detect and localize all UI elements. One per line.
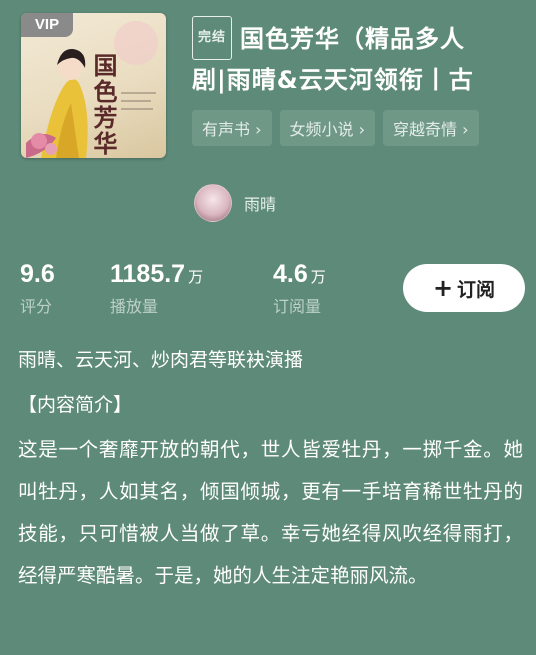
rating-label: 评分	[20, 297, 53, 316]
book-title: 完结 国色芳华（精品多人 剧|雨晴&云天河领衔丨古	[192, 16, 522, 100]
status-badge: 完结	[192, 16, 233, 60]
intro-text: 这是一个奢靡开放的朝代，世人皆爱牡丹，一掷千金。她叫牡丹，人如其名，倾国倾城，更…	[18, 438, 523, 587]
subs-value: 4.6	[273, 260, 308, 288]
title-line-1: 国色芳华（精品多人	[240, 25, 466, 53]
author-row[interactable]: 雨晴	[194, 184, 276, 222]
stat-rating: 9.6 评分	[20, 260, 55, 317]
stat-plays: 1185.7 万 播放量	[110, 260, 203, 317]
subs-unit: 万	[310, 268, 326, 286]
cover-title-art: 国色芳华	[89, 53, 118, 157]
plus-icon: +	[432, 274, 454, 302]
tag-time-travel[interactable]: 穿越奇情 ›	[383, 110, 479, 146]
subs-label: 订阅量	[273, 297, 322, 316]
plays-value: 1185.7	[110, 260, 186, 288]
tag-audiobook[interactable]: 有声书 ›	[192, 110, 272, 146]
subscribe-button[interactable]: + 订阅	[403, 264, 525, 312]
book-cover[interactable]: VIP 国色芳华	[21, 13, 166, 158]
rating-value: 9.6	[20, 260, 55, 288]
tag-female-novel[interactable]: 女频小说 ›	[279, 110, 375, 146]
subscribe-label: 订阅	[457, 278, 496, 301]
author-name[interactable]: 雨晴	[244, 191, 276, 215]
cast-line: 雨晴、云天河、炒肉君等联袂演播	[18, 349, 304, 371]
stat-subscriptions: 4.6 万 订阅量	[273, 260, 326, 317]
title-line-2: 剧|雨晴&云天河领衔丨古	[192, 66, 474, 94]
plays-label: 播放量	[110, 297, 159, 316]
avatar[interactable]	[194, 184, 232, 222]
intro-heading: 【内容简介】	[18, 394, 133, 416]
plays-unit: 万	[188, 268, 204, 286]
tag-list: 有声书 › 女频小说 › 穿越奇情 ›	[192, 110, 479, 146]
